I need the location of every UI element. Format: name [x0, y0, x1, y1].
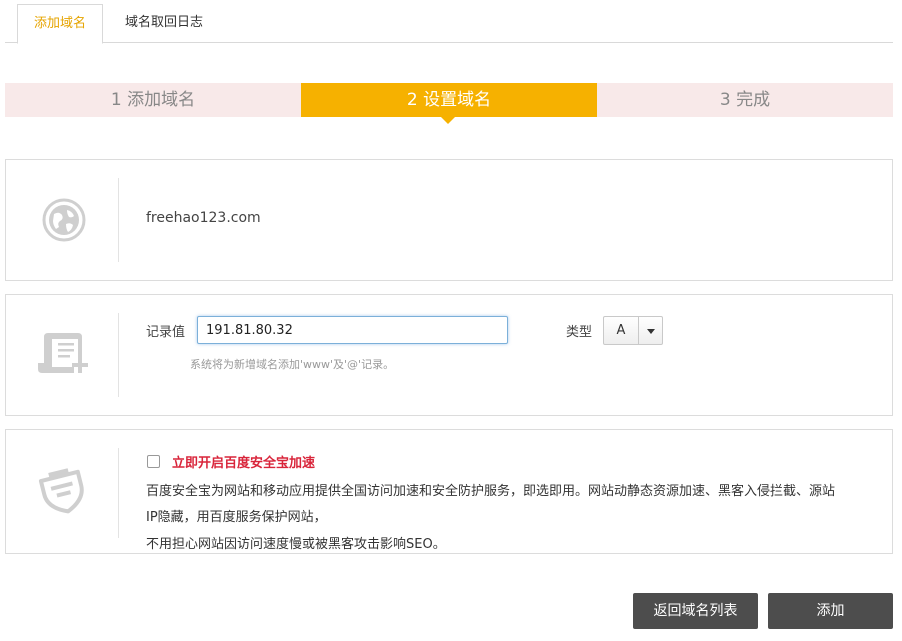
- accel-description-line-1: 百度安全宝为网站和移动应用提供全国访问加速和安全防护服务，即选即用。网站动静态资…: [146, 484, 836, 499]
- record-type-value: A: [616, 323, 626, 338]
- step-3: 3 完成: [719, 90, 771, 110]
- record-type-label: 类型: [566, 325, 593, 340]
- divider: [118, 178, 119, 262]
- dropdown-toggle[interactable]: [638, 317, 662, 344]
- step-1: 1 添加域名: [110, 90, 196, 110]
- record-value-label: 记录值: [146, 325, 186, 340]
- accel-description-line-3: 不用担心网站因访问速度慢或被黑客攻击影响SEO。: [146, 537, 446, 552]
- step-indicator: 1 添加域名 2 设置域名 3 完成: [5, 83, 893, 124]
- accel-description-line-2: IP隐藏，用百度服务保护网站，: [146, 510, 327, 525]
- accel-checkbox[interactable]: [147, 455, 160, 468]
- domain-name: freehao123.com: [146, 210, 261, 226]
- add-button[interactable]: 添加: [768, 593, 893, 629]
- record-type-select[interactable]: A: [603, 316, 663, 345]
- divider: [118, 313, 119, 397]
- record-value-input[interactable]: [197, 316, 508, 344]
- caret-down-icon: [647, 329, 655, 334]
- tab-retrieve-log[interactable]: 域名取回日志: [113, 4, 215, 43]
- record-panel: 记录值 系统将为新增域名添加'www'及'@'记录。 类型 A: [5, 294, 893, 416]
- accel-panel: 立即开启百度安全宝加速 百度安全宝为网站和移动应用提供全国访问加速和安全防护服务…: [5, 429, 893, 554]
- step-pointer-arrow: [441, 117, 455, 124]
- step-2-active: 2 设置域名: [301, 83, 597, 124]
- shield-badge-icon: [38, 466, 88, 516]
- domain-panel: freehao123.com: [5, 159, 893, 281]
- globe-icon: [42, 198, 86, 242]
- tab-add-domain[interactable]: 添加域名: [17, 4, 103, 44]
- scroll-add-icon: [38, 331, 92, 375]
- divider: [118, 448, 119, 538]
- step-2-label: 2 设置域名: [406, 90, 492, 110]
- tab-bar: 添加域名 域名取回日志: [5, 0, 893, 44]
- record-hint: 系统将为新增域名添加'www'及'@'记录。: [190, 358, 395, 371]
- accel-label[interactable]: 立即开启百度安全宝加速: [172, 452, 315, 471]
- back-to-domain-list-button[interactable]: 返回域名列表: [633, 593, 758, 629]
